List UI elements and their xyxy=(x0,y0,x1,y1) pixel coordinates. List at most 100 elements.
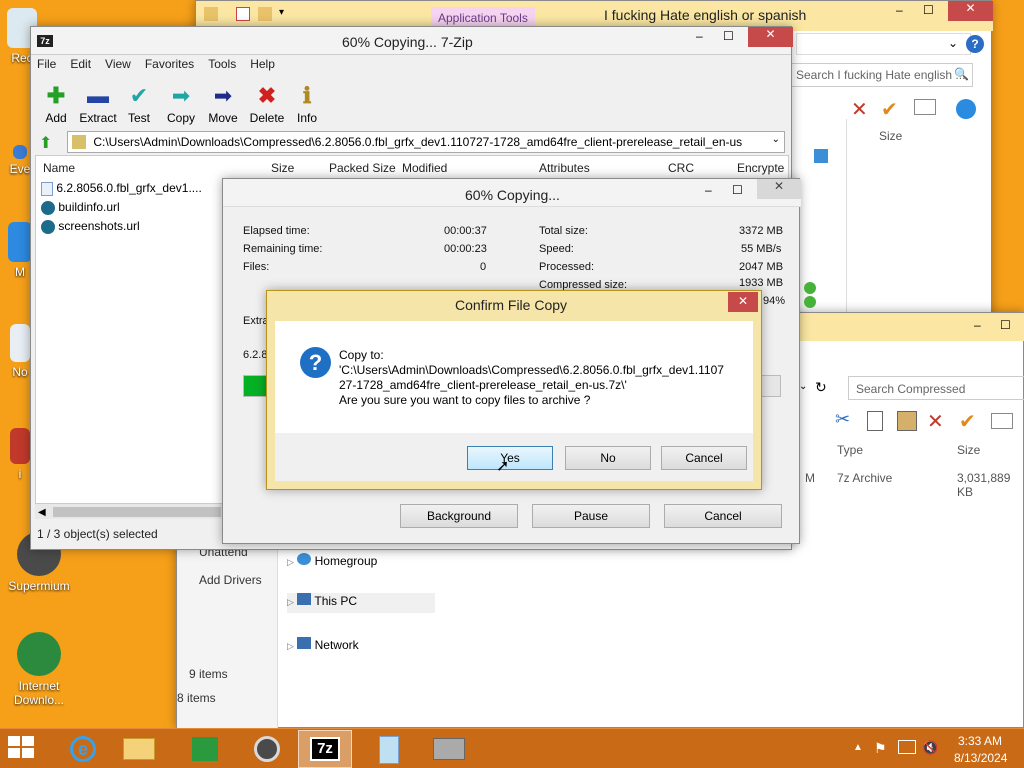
column-size[interactable]: Size xyxy=(271,161,294,175)
toolbar-delete-button[interactable]: ✖ Delete xyxy=(243,83,291,125)
chevron-down-icon[interactable]: ⌄ xyxy=(948,36,958,50)
column-name[interactable]: Name xyxy=(43,161,75,175)
maximize-button[interactable]: ☐ xyxy=(923,3,934,17)
minimize-button[interactable]: ‒ xyxy=(705,183,712,197)
taskbar-store[interactable] xyxy=(178,730,232,768)
column-packed-size[interactable]: Packed Size xyxy=(329,161,396,175)
check-icon[interactable]: ✔ xyxy=(881,97,898,122)
column-type[interactable]: Type xyxy=(837,443,863,457)
search-box[interactable]: Search I fucking Hate english ... xyxy=(791,63,973,87)
volume-muted-icon[interactable]: 🔇 xyxy=(922,740,938,756)
toolbar-add-button[interactable]: ✚ Add xyxy=(34,83,78,125)
toolbar-info-button[interactable]: ℹ Info xyxy=(285,83,329,125)
menu-edit[interactable]: Edit xyxy=(70,57,91,71)
pause-button[interactable]: Pause xyxy=(532,504,650,528)
minimize-button[interactable]: ‒ xyxy=(974,318,981,332)
minimize-button[interactable]: ‒ xyxy=(896,3,903,17)
maximize-button[interactable]: ☐ xyxy=(723,29,734,43)
copy-icon[interactable] xyxy=(867,411,883,431)
delete-icon[interactable]: ✕ xyxy=(927,409,944,434)
column-crc[interactable]: CRC xyxy=(668,161,694,175)
copy-arrow-icon: ➡ xyxy=(171,83,191,108)
search-box[interactable]: Search Compressed xyxy=(848,376,1024,400)
minimize-button[interactable]: ‒ xyxy=(696,29,703,43)
close-button[interactable]: ✕ xyxy=(748,27,793,47)
menu-favorites[interactable]: Favorites xyxy=(145,57,194,71)
paste-icon[interactable] xyxy=(897,411,917,431)
rename-icon[interactable] xyxy=(914,99,936,115)
no-button[interactable]: No xyxy=(565,446,651,470)
chevron-down-icon[interactable]: ▾ xyxy=(279,7,284,18)
nav-item-this-pc[interactable]: ▷ This PC xyxy=(287,593,435,613)
maximize-button[interactable]: ☐ xyxy=(732,183,743,197)
taskbar-recycle[interactable] xyxy=(362,730,416,768)
scroll-left-icon[interactable]: ◀ xyxy=(35,507,46,518)
cancel-button[interactable]: Cancel xyxy=(661,446,747,470)
desktop-icon-idm[interactable]: Internet Downlo... xyxy=(4,632,74,707)
nav-item-homegroup[interactable]: ▷ Homegroup xyxy=(287,553,447,573)
path-bar[interactable]: C:\Users\Admin\Downloads\Compressed\6.2.… xyxy=(67,131,785,153)
new-folder-icon xyxy=(258,7,272,21)
taskbar-supermium[interactable] xyxy=(240,730,294,768)
taskbar-ie[interactable]: e xyxy=(56,730,110,768)
background-button[interactable]: Background xyxy=(400,504,518,528)
clock-date[interactable]: 8/13/2024 xyxy=(954,751,1007,765)
check-icon[interactable]: ✔ xyxy=(959,409,976,434)
toolbar-extract-button[interactable]: ▬ Extract xyxy=(75,83,121,125)
flag-icon[interactable]: ⚑ xyxy=(874,740,887,757)
taskbar-explorer[interactable] xyxy=(112,730,166,768)
chevron-down-icon[interactable]: ⌄ xyxy=(772,134,780,145)
address-bar-partial[interactable] xyxy=(796,33,971,55)
menu-help[interactable]: Help xyxy=(250,57,275,71)
list-item[interactable]: buildinfo.url xyxy=(41,200,221,218)
start-button[interactable] xyxy=(8,736,38,760)
toolbar-copy-button[interactable]: ➡ Copy xyxy=(159,83,203,125)
yes-button[interactable]: Yes xyxy=(467,446,553,470)
toolbar-label: Extract xyxy=(79,111,117,125)
list-item[interactable]: 6.2.8056.0.fbl_grfx_dev1.... xyxy=(41,181,221,199)
confirm-dialog[interactable]: Confirm File Copy ✕ ? Copy to: 'C:\Users… xyxy=(266,290,762,490)
cut-icon[interactable]: ✂ xyxy=(835,409,850,430)
column-modified[interactable]: Modified xyxy=(402,161,447,175)
search-icon[interactable]: 🔍 xyxy=(954,67,969,81)
help-icon[interactable]: ? xyxy=(966,35,984,53)
toolbar-label: Move xyxy=(208,111,238,125)
left-pane-item[interactable]: Add Drivers xyxy=(199,573,262,587)
cancel-button[interactable]: Cancel xyxy=(664,504,782,528)
chevron-down-icon[interactable]: ⌄ xyxy=(799,381,807,392)
column-size[interactable]: Size xyxy=(957,443,980,457)
taskbar-7zip[interactable]: 7z xyxy=(298,730,352,768)
column-attributes[interactable]: Attributes xyxy=(539,161,590,175)
rename-icon[interactable] xyxy=(991,413,1013,429)
close-button[interactable]: ✕ xyxy=(948,1,993,21)
column-size[interactable]: Size xyxy=(879,129,902,143)
network-tray-icon[interactable] xyxy=(898,740,916,754)
refresh-icon[interactable]: ↻ xyxy=(815,379,827,396)
sevenzip-app-icon: 7z xyxy=(310,737,340,761)
nav-item-network[interactable]: ▷ Network xyxy=(287,637,447,657)
menu-tools[interactable]: Tools xyxy=(208,57,236,71)
menu-file[interactable]: File xyxy=(37,57,56,71)
message-line-3: 27-1728_amd64fre_client-prerelease_retai… xyxy=(339,378,627,392)
toolbar-test-button[interactable]: ✔ Test xyxy=(117,83,161,125)
toolbar-move-button[interactable]: ➡ Move xyxy=(201,83,245,125)
speed-value: 55 MB/s xyxy=(741,243,782,255)
close-button[interactable]: ✕ xyxy=(728,292,758,312)
up-folder-icon[interactable]: ⬆ xyxy=(39,133,52,153)
close-button[interactable]: ✕ xyxy=(757,179,801,199)
windows-logo-icon xyxy=(814,149,828,163)
delete-icon[interactable]: ✕ xyxy=(851,97,868,122)
globe-icon[interactable] xyxy=(956,99,976,119)
maximize-button[interactable]: ☐ xyxy=(1000,318,1011,332)
horizontal-scrollbar[interactable]: ◀ xyxy=(35,503,225,519)
speed-label: Speed: xyxy=(539,243,574,255)
taskbar-printer[interactable] xyxy=(422,730,476,768)
scroll-thumb[interactable] xyxy=(53,507,221,517)
file-name: screenshots.url xyxy=(58,219,140,233)
menu-view[interactable]: View xyxy=(105,57,131,71)
toolbar-label: Add xyxy=(45,111,67,125)
list-item[interactable]: screenshots.url xyxy=(41,219,221,237)
column-encrypted[interactable]: Encrypte xyxy=(737,161,784,175)
clock-time[interactable]: 3:33 AM xyxy=(958,734,1002,748)
tray-chevron-icon[interactable]: ▲ xyxy=(853,742,863,753)
